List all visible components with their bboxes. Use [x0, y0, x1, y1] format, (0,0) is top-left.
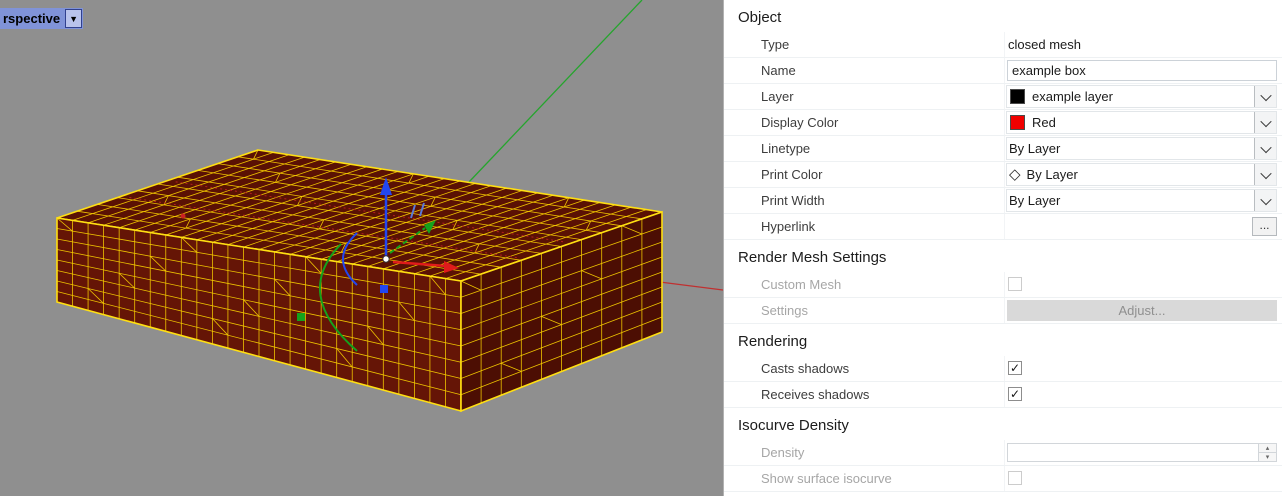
print-width-value: By Layer	[1007, 193, 1254, 208]
print-width-combo[interactable]: By Layer	[1006, 189, 1277, 212]
custom-mesh-checkbox[interactable]	[1008, 277, 1022, 291]
spinner-down-icon: ▾	[1259, 453, 1276, 461]
print-width-row: Print Width By Layer	[724, 188, 1282, 214]
layer-dropdown-button[interactable]	[1254, 86, 1276, 107]
viewport[interactable]: rspective ▼	[0, 0, 723, 496]
density-input: ▴ ▾	[1007, 443, 1277, 462]
receives-shadows-checkbox[interactable]: ✓	[1008, 387, 1022, 401]
chevron-down-icon	[1260, 193, 1271, 204]
type-label: Type	[761, 32, 789, 57]
receives-shadows-label: Receives shadows	[761, 382, 869, 407]
selected-mesh-box[interactable]	[57, 150, 662, 411]
type-row: Type closed mesh	[724, 32, 1282, 58]
print-color-dropdown-button[interactable]	[1254, 164, 1276, 185]
chevron-down-icon	[1260, 89, 1271, 100]
type-value: closed mesh	[1008, 32, 1081, 57]
section-header-render-mesh: Render Mesh Settings	[724, 246, 1282, 270]
properties-panel: Object Type closed mesh Name Layer examp…	[723, 0, 1282, 496]
casts-shadows-label: Casts shadows	[761, 356, 849, 381]
hyperlink-browse-button[interactable]: ...	[1252, 217, 1277, 236]
casts-shadows-checkbox[interactable]: ✓	[1008, 361, 1022, 375]
display-color-row: Display Color Red	[724, 110, 1282, 136]
chevron-down-icon	[1260, 167, 1271, 178]
casts-shadows-row: Casts shadows ✓	[724, 356, 1282, 382]
gumball-origin-handle[interactable]	[383, 256, 389, 262]
rhino-window: rspective ▼ Object Type closed mesh Name…	[0, 0, 1282, 496]
viewport-canvas[interactable]	[0, 0, 723, 496]
chevron-down-icon	[1260, 115, 1271, 126]
gumball-z-scale-handle[interactable]	[380, 285, 388, 293]
hyperlink-label: Hyperlink	[761, 214, 815, 239]
layer-label: Layer	[761, 84, 794, 109]
print-color-row: Print Color ◇ By Layer	[724, 162, 1282, 188]
display-color-label: Display Color	[761, 110, 838, 135]
adjust-button: Adjust...	[1007, 300, 1277, 321]
print-color-value: By Layer	[1025, 167, 1254, 182]
print-width-dropdown-button[interactable]	[1254, 190, 1276, 211]
section-header-rendering: Rendering	[724, 330, 1282, 354]
display-color-value: Red	[1030, 115, 1254, 130]
layer-row: Layer example layer	[724, 84, 1282, 110]
display-color-swatch	[1010, 115, 1025, 130]
show-surface-isocurve-checkbox	[1008, 471, 1022, 485]
viewport-title[interactable]: rspective	[0, 11, 65, 26]
density-label: Density	[761, 440, 804, 465]
section-header-object: Object	[724, 6, 1282, 30]
perspective-tab[interactable]: rspective ▼	[0, 8, 83, 29]
spinner-up-icon: ▴	[1259, 444, 1276, 453]
display-color-dropdown-button[interactable]	[1254, 112, 1276, 133]
show-surface-isocurve-label: Show surface isocurve	[761, 466, 892, 491]
custom-mesh-label: Custom Mesh	[761, 272, 841, 297]
bylayer-diamond-icon: ◇	[1009, 167, 1021, 182]
settings-row: Settings Adjust...	[724, 298, 1282, 324]
display-color-combo[interactable]: Red	[1006, 111, 1277, 134]
layer-value: example layer	[1030, 89, 1254, 104]
print-color-combo[interactable]: ◇ By Layer	[1006, 163, 1277, 186]
name-row: Name	[724, 58, 1282, 84]
y-axis-line	[469, 0, 642, 182]
receives-shadows-row: Receives shadows ✓	[724, 382, 1282, 408]
settings-label: Settings	[761, 298, 808, 323]
layer-color-swatch	[1010, 89, 1025, 104]
density-row: Density ▴ ▾	[724, 440, 1282, 466]
linetype-combo[interactable]: By Layer	[1006, 137, 1277, 160]
density-spinner-buttons: ▴ ▾	[1258, 444, 1276, 461]
print-width-label: Print Width	[761, 188, 825, 213]
print-color-label: Print Color	[761, 162, 822, 187]
section-header-isocurve: Isocurve Density	[724, 414, 1282, 438]
gumball-y-scale-handle[interactable]	[297, 313, 305, 321]
name-input[interactable]	[1007, 60, 1277, 81]
name-label: Name	[761, 58, 796, 83]
layer-combo[interactable]: example layer	[1006, 85, 1277, 108]
linetype-label: Linetype	[761, 136, 810, 161]
linetype-dropdown-button[interactable]	[1254, 138, 1276, 159]
hyperlink-row: Hyperlink ...	[724, 214, 1282, 240]
custom-mesh-row: Custom Mesh	[724, 272, 1282, 298]
linetype-row: Linetype By Layer	[724, 136, 1282, 162]
show-surface-isocurve-row: Show surface isocurve	[724, 466, 1282, 492]
linetype-value: By Layer	[1007, 141, 1254, 156]
chevron-down-icon	[1260, 141, 1271, 152]
viewport-menu-caret-icon[interactable]: ▼	[65, 9, 82, 28]
